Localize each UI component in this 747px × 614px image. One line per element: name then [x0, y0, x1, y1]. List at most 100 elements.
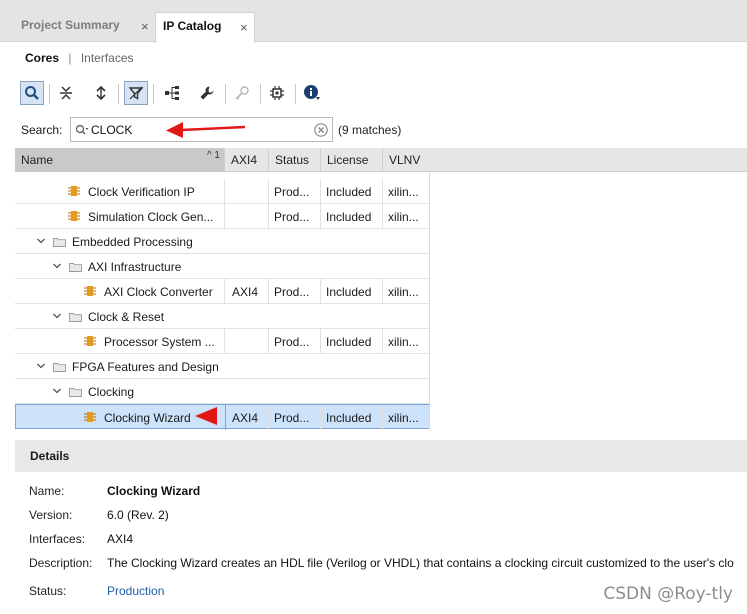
- column-header-status[interactable]: Status: [269, 148, 321, 172]
- details-panel-header: Details: [15, 440, 747, 472]
- category-name: Clock & Reset: [88, 310, 165, 324]
- detail-value: The Clocking Wizard creates an HDL file …: [107, 556, 734, 570]
- search-button[interactable]: [20, 81, 44, 105]
- detail-value: AXI4: [107, 532, 134, 546]
- table-row[interactable]: Simulation Clock Gen... Prod... Included…: [15, 204, 430, 229]
- status-cell: Prod...: [269, 279, 321, 304]
- annotation-arrow-icon: [195, 407, 217, 425]
- table-row[interactable]: Processor System ... Prod... Included xi…: [15, 329, 430, 354]
- ip-properties-button[interactable]: [265, 81, 289, 105]
- ip-table-header: Name ^ 1 AXI4 Status License VLNV: [15, 148, 747, 172]
- close-icon[interactable]: ×: [141, 19, 149, 34]
- watermark: CSDN @Roy-tly: [603, 584, 733, 604]
- ip-name: Simulation Clock Gen...: [88, 210, 214, 224]
- search-icon: [25, 86, 39, 100]
- expand-all-button[interactable]: [89, 81, 113, 105]
- ip-name: AXI Clock Converter: [104, 285, 213, 299]
- axi4-cell: [225, 179, 269, 204]
- chevron-down-icon[interactable]: [52, 386, 62, 396]
- category-name: FPGA Features and Design: [72, 360, 219, 374]
- wrench-icon: [200, 86, 214, 100]
- vlnv-cell: xilin...: [388, 411, 419, 425]
- tree-folder-row[interactable]: FPGA Features and Design: [15, 354, 430, 379]
- detail-label: Description:: [29, 556, 93, 570]
- collapse-all-button[interactable]: [54, 81, 78, 105]
- column-header-vlnv[interactable]: VLNV: [383, 148, 430, 172]
- editor-tab-bar: Project Summary × IP Catalog ×: [0, 0, 747, 43]
- column-header-axi4[interactable]: AXI4: [225, 148, 269, 172]
- search-label: Search:: [21, 123, 63, 137]
- folder-icon: [69, 313, 82, 322]
- axi4-cell: [225, 329, 269, 354]
- table-right-border: [429, 172, 430, 430]
- tab-interfaces[interactable]: Interfaces: [81, 51, 134, 65]
- tree-folder-row[interactable]: AXI Infrastructure: [15, 254, 430, 279]
- license-button[interactable]: [230, 81, 254, 105]
- ip-core-icon: [84, 336, 96, 346]
- folder-icon: [53, 363, 66, 372]
- chevron-down-icon[interactable]: [36, 361, 46, 371]
- tree-folder-row[interactable]: Clocking: [15, 379, 430, 404]
- catalog-toolbar: [17, 81, 747, 108]
- chevron-down-icon[interactable]: [52, 261, 62, 271]
- axi4-cell: [225, 204, 269, 229]
- tree-folder-row[interactable]: Embedded Processing: [15, 229, 430, 254]
- clear-icon[interactable]: [314, 123, 328, 137]
- chip-icon: [270, 86, 284, 100]
- info-button[interactable]: [300, 81, 324, 105]
- column-header-label: Name: [21, 153, 54, 167]
- chevron-down-icon[interactable]: [36, 236, 46, 246]
- table-row[interactable]: Clock Verification IP Prod... Included x…: [15, 179, 430, 204]
- status-link[interactable]: Production: [107, 584, 164, 598]
- table-row[interactable]: AXI Clock Converter AXI4 Prod... Include…: [15, 279, 430, 304]
- details-title: Details: [30, 449, 70, 463]
- tab-label: IP Catalog: [163, 19, 222, 33]
- ip-core-icon: [68, 211, 80, 221]
- tree-folder-row[interactable]: Clock & Reset: [15, 304, 430, 329]
- info-icon: [304, 85, 320, 100]
- folder-icon: [53, 238, 66, 247]
- ip-catalog-tree: Clock Verification IP Prod... Included x…: [15, 172, 430, 430]
- key-icon: [235, 86, 249, 100]
- status-cell: Prod...: [269, 405, 321, 430]
- sort-indicator: ^ 1: [206, 150, 220, 161]
- axi4-cell: AXI4: [225, 405, 269, 430]
- axi4-cell: AXI4: [225, 279, 269, 304]
- license-cell: Included: [321, 204, 383, 229]
- detail-label: Status:: [29, 584, 67, 598]
- vlnv-cell: xilin...: [388, 335, 419, 349]
- expand-all-icon: [96, 85, 106, 101]
- ip-core-icon: [84, 286, 96, 296]
- settings-button[interactable]: [195, 81, 219, 105]
- detail-label: Interfaces:: [29, 532, 86, 546]
- vlnv-cell: xilin...: [388, 210, 419, 224]
- license-cell: Included: [321, 279, 383, 304]
- category-name: Embedded Processing: [72, 235, 193, 249]
- tab-cores[interactable]: Cores: [25, 51, 59, 65]
- column-header-license[interactable]: License: [321, 148, 383, 172]
- table-row-selected[interactable]: Clocking Wizard AXI4 Prod... Included xi…: [15, 404, 430, 430]
- category-name: Clocking: [88, 385, 135, 399]
- column-header-name[interactable]: Name ^ 1: [15, 148, 225, 172]
- chevron-down-icon[interactable]: [52, 311, 62, 321]
- filter-icon: [128, 86, 144, 100]
- license-cell: Included: [321, 329, 383, 354]
- filter-button[interactable]: [124, 81, 148, 105]
- status-cell: Prod...: [269, 179, 321, 204]
- license-cell: Included: [321, 405, 383, 430]
- detail-value: Clocking Wizard: [107, 484, 201, 498]
- tab-ip-catalog[interactable]: IP Catalog ×: [155, 12, 255, 43]
- detail-value: 6.0 (Rev. 2): [107, 508, 169, 522]
- close-icon[interactable]: ×: [240, 20, 248, 35]
- ip-name: Processor System ...: [104, 335, 215, 349]
- tab-project-summary[interactable]: Project Summary ×: [14, 12, 155, 42]
- folder-icon: [69, 388, 82, 397]
- detail-label: Version:: [29, 508, 73, 522]
- vlnv-cell: xilin...: [388, 185, 419, 199]
- license-cell: Included: [321, 179, 383, 204]
- ip-core-icon: [84, 412, 96, 422]
- category-name: AXI Infrastructure: [88, 260, 182, 274]
- hierarchy-button[interactable]: [161, 81, 185, 105]
- search-icon: [75, 124, 89, 135]
- tab-label: Project Summary: [21, 18, 120, 32]
